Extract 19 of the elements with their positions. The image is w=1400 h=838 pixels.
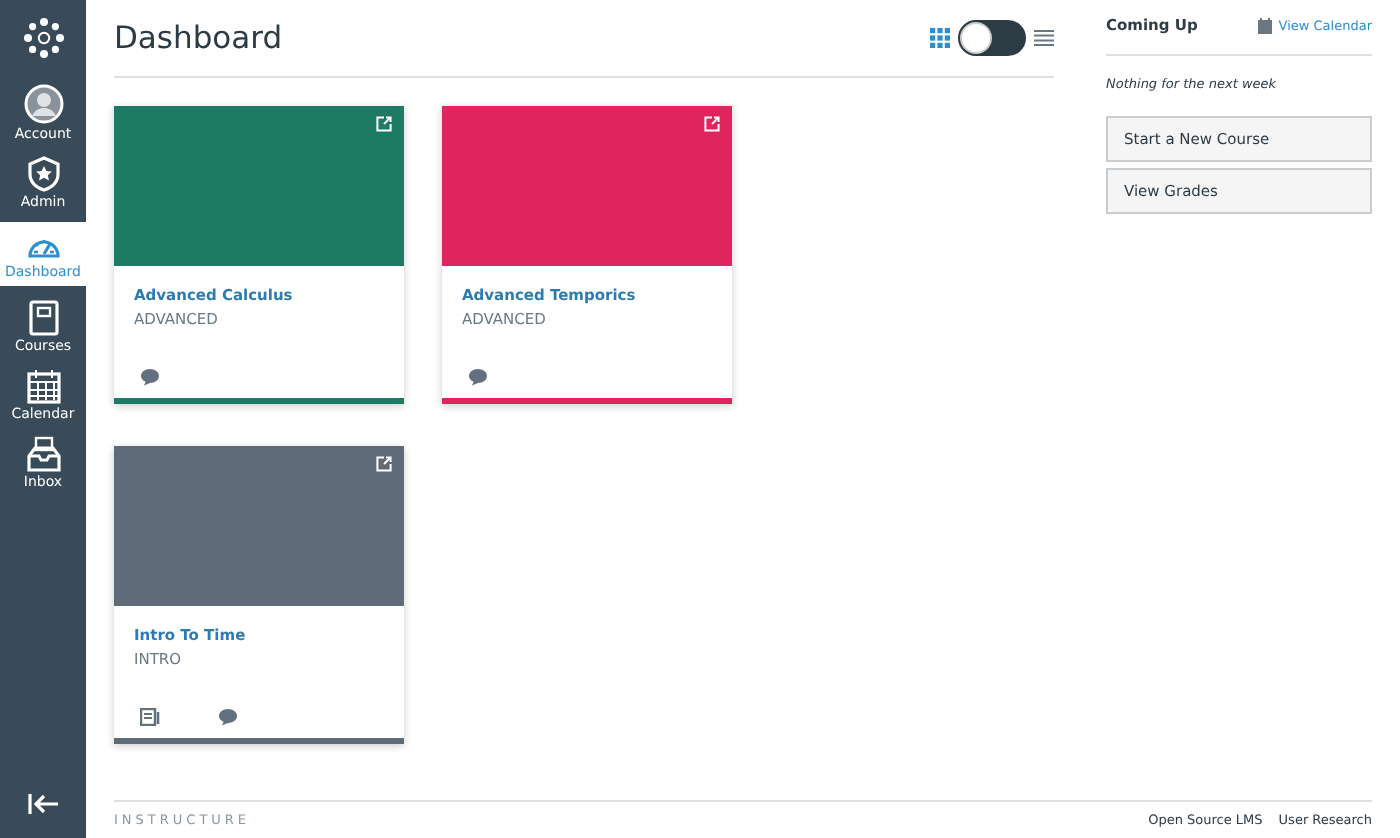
page-title: Dashboard xyxy=(114,20,285,56)
grid-view-icon[interactable] xyxy=(930,28,950,48)
inbox-icon xyxy=(25,436,61,472)
external-link-icon[interactable] xyxy=(376,456,392,472)
speech-bubble-icon[interactable] xyxy=(468,368,488,386)
speech-bubble-icon[interactable] xyxy=(140,368,160,386)
external-link-icon[interactable] xyxy=(704,116,720,132)
view-toggle[interactable] xyxy=(958,20,1026,56)
list-view-icon[interactable] xyxy=(1034,30,1054,46)
collapse-icon xyxy=(27,794,59,814)
external-link-icon[interactable] xyxy=(376,116,392,132)
avatar-icon xyxy=(23,84,63,124)
logo-icon[interactable] xyxy=(21,16,65,60)
speech-bubble-icon[interactable] xyxy=(218,708,238,726)
book-icon xyxy=(27,300,59,336)
document-icon[interactable] xyxy=(140,708,162,726)
calendar-icon xyxy=(1258,17,1273,33)
calendar-icon xyxy=(25,368,61,404)
shield-icon xyxy=(25,156,61,192)
